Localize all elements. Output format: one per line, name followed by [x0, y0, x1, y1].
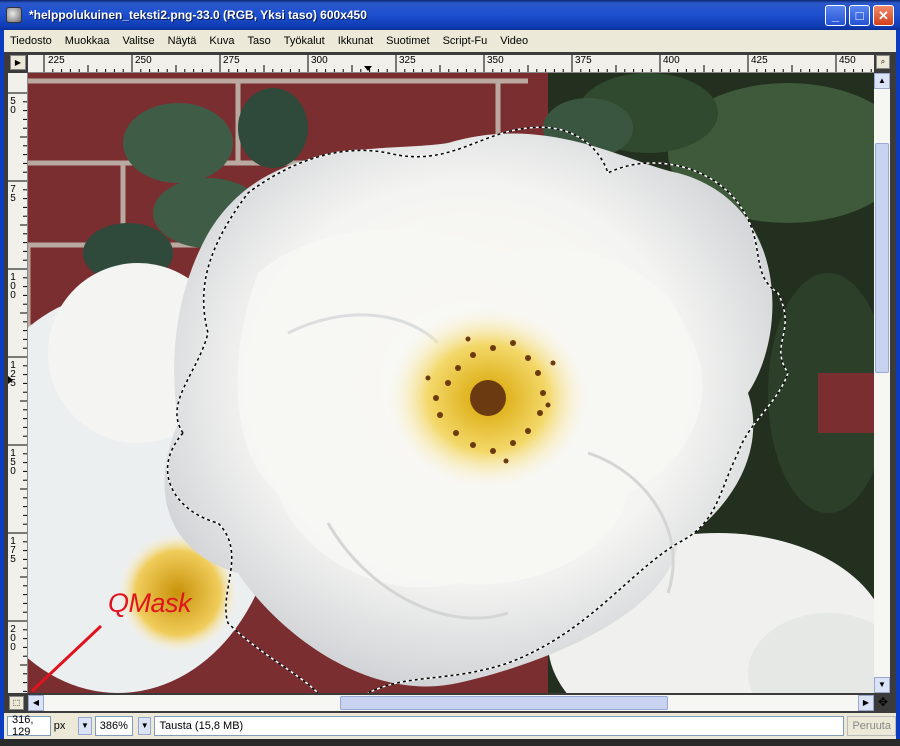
chevron-down-icon[interactable]: ▼	[137, 717, 152, 735]
hruler-label: 325	[399, 55, 416, 66]
menu-suotimet[interactable]: Suotimet	[386, 35, 429, 47]
vruler-label: 200	[10, 624, 16, 653]
close-button[interactable]: ✕	[873, 5, 894, 26]
pointer-marker-icon	[364, 66, 372, 71]
quick-mask-icon[interactable]: ⬚	[9, 696, 24, 710]
qmask-annotation: QMask	[108, 588, 192, 618]
magnifier-icon[interactable]: ⌕	[876, 55, 890, 69]
menu-bar: Tiedosto Muokkaa Valitse Näytä Kuva Taso…	[4, 30, 896, 52]
menu-ikkunat[interactable]: Ikkunat	[338, 35, 373, 47]
menu-tyokalut[interactable]: Työkalut	[284, 35, 325, 47]
unit-select[interactable]: px	[54, 716, 74, 736]
hruler-label: 400	[663, 55, 680, 66]
menu-video[interactable]: Video	[500, 35, 528, 47]
menu-tiedosto[interactable]: Tiedosto	[10, 35, 52, 47]
hruler-label: 225	[48, 55, 65, 66]
hruler-label: 250	[135, 55, 152, 66]
vruler-label: 75	[10, 184, 16, 204]
ruler-ticks	[43, 55, 872, 72]
horizontal-scrollbar[interactable]: ◀ ▶	[28, 695, 874, 711]
vertical-ruler[interactable]: 50 75 100 125 150 175 200	[8, 73, 28, 693]
minimize-button[interactable]: _	[825, 5, 846, 26]
hruler-label: 425	[751, 55, 768, 66]
status-bar: 316, 129 px ▼ 386% ▼ Tausta (15,8 MB) Pe…	[4, 713, 896, 739]
gimp-wilber-icon[interactable]	[6, 7, 22, 23]
vruler-label: 175	[10, 536, 16, 565]
hruler-label: 275	[223, 55, 240, 66]
vruler-label: 125	[10, 360, 16, 389]
scroll-left-icon[interactable]: ◀	[28, 695, 44, 711]
menu-script-fu[interactable]: Script-Fu	[443, 35, 488, 47]
scroll-right-icon[interactable]: ▶	[858, 695, 874, 711]
zoom-field[interactable]: 386%	[94, 716, 133, 736]
menu-nayta[interactable]: Näytä	[168, 35, 197, 47]
scroll-up-icon[interactable]: ▲	[874, 73, 890, 89]
taskbar-strip	[0, 739, 900, 746]
status-message: Tausta (15,8 MB)	[154, 716, 845, 736]
hruler-label: 350	[487, 55, 504, 66]
menu-kuva[interactable]: Kuva	[209, 35, 234, 47]
vertical-scroll-thumb[interactable]	[875, 143, 889, 373]
vertical-scrollbar[interactable]: ▲ ▼	[874, 73, 890, 693]
horizontal-ruler[interactable]: 225 250 275 300 325 350 375 400 425 450	[28, 55, 874, 73]
menu-taso[interactable]: Taso	[247, 35, 270, 47]
horizontal-scroll-thumb[interactable]	[340, 696, 668, 710]
move-cross-icon[interactable]: ✥	[876, 696, 890, 710]
hruler-label: 450	[839, 55, 856, 66]
vruler-label: 150	[10, 448, 16, 477]
vruler-label: 50	[10, 96, 16, 116]
menu-valitse[interactable]: Valitse	[122, 35, 154, 47]
hruler-label: 375	[575, 55, 592, 66]
chevron-down-icon[interactable]: ▼	[78, 717, 92, 735]
menu-muokkaa[interactable]: Muokkaa	[65, 35, 110, 47]
scroll-down-icon[interactable]: ▼	[874, 677, 890, 693]
hruler-label: 300	[311, 55, 328, 66]
pointer-coordinates: 316, 129	[7, 714, 51, 738]
maximize-button[interactable]: □	[849, 5, 870, 26]
window-title: *helppolukuinen_teksti2.png-33.0 (RGB, Y…	[29, 8, 367, 22]
cancel-button[interactable]: Peruuta	[847, 716, 896, 736]
vruler-label: 100	[10, 272, 16, 301]
title-bar: *helppolukuinen_teksti2.png-33.0 (RGB, Y…	[0, 0, 900, 30]
menu-arrow-icon[interactable]: ▶	[10, 55, 26, 70]
